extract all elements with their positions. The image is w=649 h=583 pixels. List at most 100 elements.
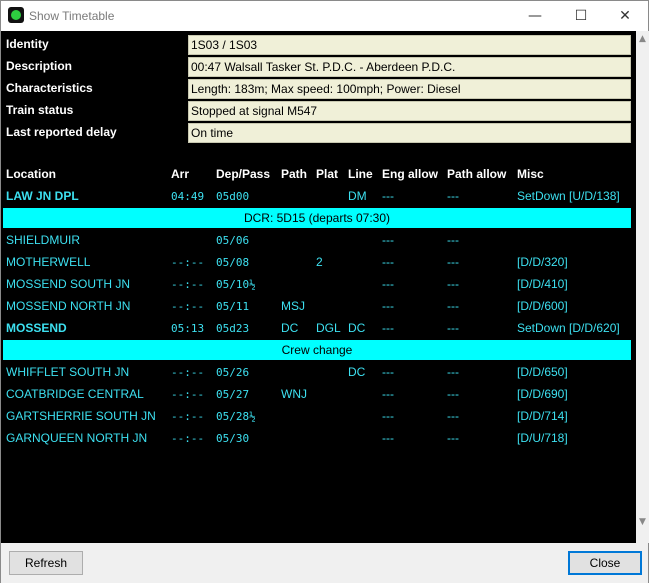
misc-cell: SetDown [D/D/620]	[517, 321, 620, 335]
table-row[interactable]: MOSSEND SOUTH JN --:-- 05/10½ --- --- [D/D/41…	[1, 273, 636, 295]
arr-cell: 04:49	[171, 190, 205, 203]
vertical-scrollbar[interactable]: ▲ ▼	[636, 31, 649, 543]
info-value: Length: 183m; Max speed: 100mph; Power: …	[188, 79, 631, 99]
path-allow-cell: ---	[447, 321, 459, 335]
close-button[interactable]: Close	[568, 551, 642, 575]
column-header-dep-pass: Dep/Pass	[216, 167, 271, 181]
path-cell: DC	[281, 321, 299, 335]
dep-cell: 05/11	[216, 300, 250, 313]
scroll-up-icon[interactable]: ▲	[636, 33, 649, 46]
scroll-down-icon[interactable]: ▼	[636, 516, 649, 529]
table-row[interactable]: WHIFFLET SOUTH JN --:-- 05/26 DC --- --- [D/D/…	[1, 361, 636, 383]
eng-allow-cell: ---	[382, 431, 394, 445]
column-header-misc: Misc	[517, 167, 544, 181]
path-allow-cell: ---	[447, 233, 459, 247]
dep-cell: 05/30	[216, 432, 250, 445]
arr-cell: --:--	[171, 410, 205, 423]
timetable-panel: Identity 1S03 / 1S03 Description 00:47 Wals…	[1, 31, 636, 543]
info-row: Train status Stopped at signal M547	[1, 100, 636, 122]
table-row[interactable]: COATBRIDGE CENTRAL --:-- 05/27 WNJ --- --- [D/…	[1, 383, 636, 405]
location-cell: MOSSEND NORTH JN	[6, 299, 131, 313]
dep-cell: 05d00	[216, 190, 250, 203]
location-cell: COATBRIDGE CENTRAL	[6, 387, 144, 401]
table-row[interactable]: MOTHERWELL --:-- 05/08 2 --- --- [D/D/320]	[1, 251, 636, 273]
location-cell: MOTHERWELL	[6, 255, 91, 269]
eng-allow-cell: ---	[382, 277, 394, 291]
misc-cell: [D/U/718]	[517, 431, 568, 445]
info-row: Identity 1S03 / 1S03	[1, 34, 636, 56]
dep-cell: 05/27	[216, 388, 250, 401]
path-allow-cell: ---	[447, 387, 459, 401]
misc-cell: [D/D/410]	[517, 277, 568, 291]
line-cell: DC	[348, 365, 366, 379]
timetable-window: Show Timetable — ☐ ✕ Identity 1S03 / 1S03…	[0, 0, 649, 583]
arr-cell: --:--	[171, 256, 205, 269]
arr-cell: --:--	[171, 300, 205, 313]
location-cell: MOSSEND SOUTH JN	[6, 277, 131, 291]
info-value: Stopped at signal M547	[188, 101, 631, 121]
table-row[interactable]: MOSSEND 05:13 05d23 DC DGL DC --- --- SetDown [D…	[1, 317, 636, 339]
button-bar: Refresh Close	[1, 543, 648, 583]
info-label: Last reported delay	[6, 125, 117, 139]
info-label: Train status	[6, 103, 74, 117]
info-label: Description	[6, 59, 73, 73]
misc-cell: SetDown [U/D/138]	[517, 189, 620, 203]
info-row: Description 00:47 Walsall Tasker St. P.D.…	[1, 56, 636, 78]
path-allow-cell: ---	[447, 431, 459, 445]
eng-allow-cell: ---	[382, 409, 394, 423]
misc-cell: [D/D/714]	[517, 409, 568, 423]
column-header-path-allow: Path allow	[447, 167, 507, 181]
maximize-button[interactable]: ☐	[558, 1, 604, 31]
eng-allow-cell: ---	[382, 189, 394, 203]
table-row[interactable]: GARTSHERRIE SOUTH JN --:-- 05/28½ --- --- [D/…	[1, 405, 636, 427]
eng-allow-cell: ---	[382, 321, 394, 335]
path-allow-cell: ---	[447, 409, 459, 423]
column-header-line: Line	[348, 167, 373, 181]
location-cell: MOSSEND	[6, 321, 67, 335]
eng-allow-cell: ---	[382, 255, 394, 269]
misc-cell: [D/D/650]	[517, 365, 568, 379]
minimize-button[interactable]: —	[512, 1, 558, 31]
info-row: Last reported delay On time	[1, 122, 636, 144]
info-value: 1S03 / 1S03	[188, 35, 631, 55]
location-cell: GARNQUEEN NORTH JN	[6, 431, 148, 445]
path-cell: MSJ	[281, 299, 305, 313]
table-row[interactable]: LAW JN DPL 04:49 05d00 DM --- --- SetDown [U/D…	[1, 185, 636, 207]
eng-allow-cell: ---	[382, 365, 394, 379]
misc-cell: [D/D/690]	[517, 387, 568, 401]
arr-cell: --:--	[171, 432, 205, 445]
path-allow-cell: ---	[447, 189, 459, 203]
column-header-eng-allow: Eng allow	[382, 167, 439, 181]
plat-cell: 2	[316, 255, 323, 269]
dep-cell: 05/10½	[216, 278, 256, 291]
location-cell: GARTSHERRIE SOUTH JN	[6, 409, 156, 423]
column-header-arr: Arr	[171, 167, 190, 181]
info-row: Characteristics Length: 183m; Max speed: …	[1, 78, 636, 100]
line-cell: DC	[348, 321, 366, 335]
info-label: Characteristics	[6, 81, 93, 95]
info-value: On time	[188, 123, 631, 143]
plat-cell: DGL	[316, 321, 341, 335]
path-allow-cell: ---	[447, 365, 459, 379]
table-row[interactable]: MOSSEND NORTH JN --:-- 05/11 MSJ --- --- [D/D/…	[1, 295, 636, 317]
info-label: Identity	[6, 37, 49, 51]
event-banner: DCR: 5D15 (departs 07:30)	[3, 208, 631, 228]
column-header-location: Location	[6, 167, 56, 181]
eng-allow-cell: ---	[382, 233, 394, 247]
dep-cell: 05/06	[216, 234, 250, 247]
refresh-button[interactable]: Refresh	[9, 551, 83, 575]
app-icon	[8, 7, 24, 23]
column-header-plat: Plat	[316, 167, 339, 181]
event-banner: Crew change	[3, 340, 631, 360]
title-bar[interactable]: Show Timetable — ☐ ✕	[1, 1, 648, 31]
info-value: 00:47 Walsall Tasker St. P.D.C. - Aberde…	[188, 57, 631, 77]
path-allow-cell: ---	[447, 255, 459, 269]
location-cell: SHIELDMUIR	[6, 233, 81, 247]
close-window-button[interactable]: ✕	[602, 1, 648, 31]
location-cell: LAW JN DPL	[6, 189, 79, 203]
eng-allow-cell: ---	[382, 299, 394, 313]
dep-cell: 05/26	[216, 366, 250, 379]
table-row[interactable]: SHIELDMUIR 05/06 --- ---	[1, 229, 636, 251]
table-row[interactable]: GARNQUEEN NORTH JN --:-- 05/30 --- --- [D/U/7…	[1, 427, 636, 449]
location-cell: WHIFFLET SOUTH JN	[6, 365, 130, 379]
